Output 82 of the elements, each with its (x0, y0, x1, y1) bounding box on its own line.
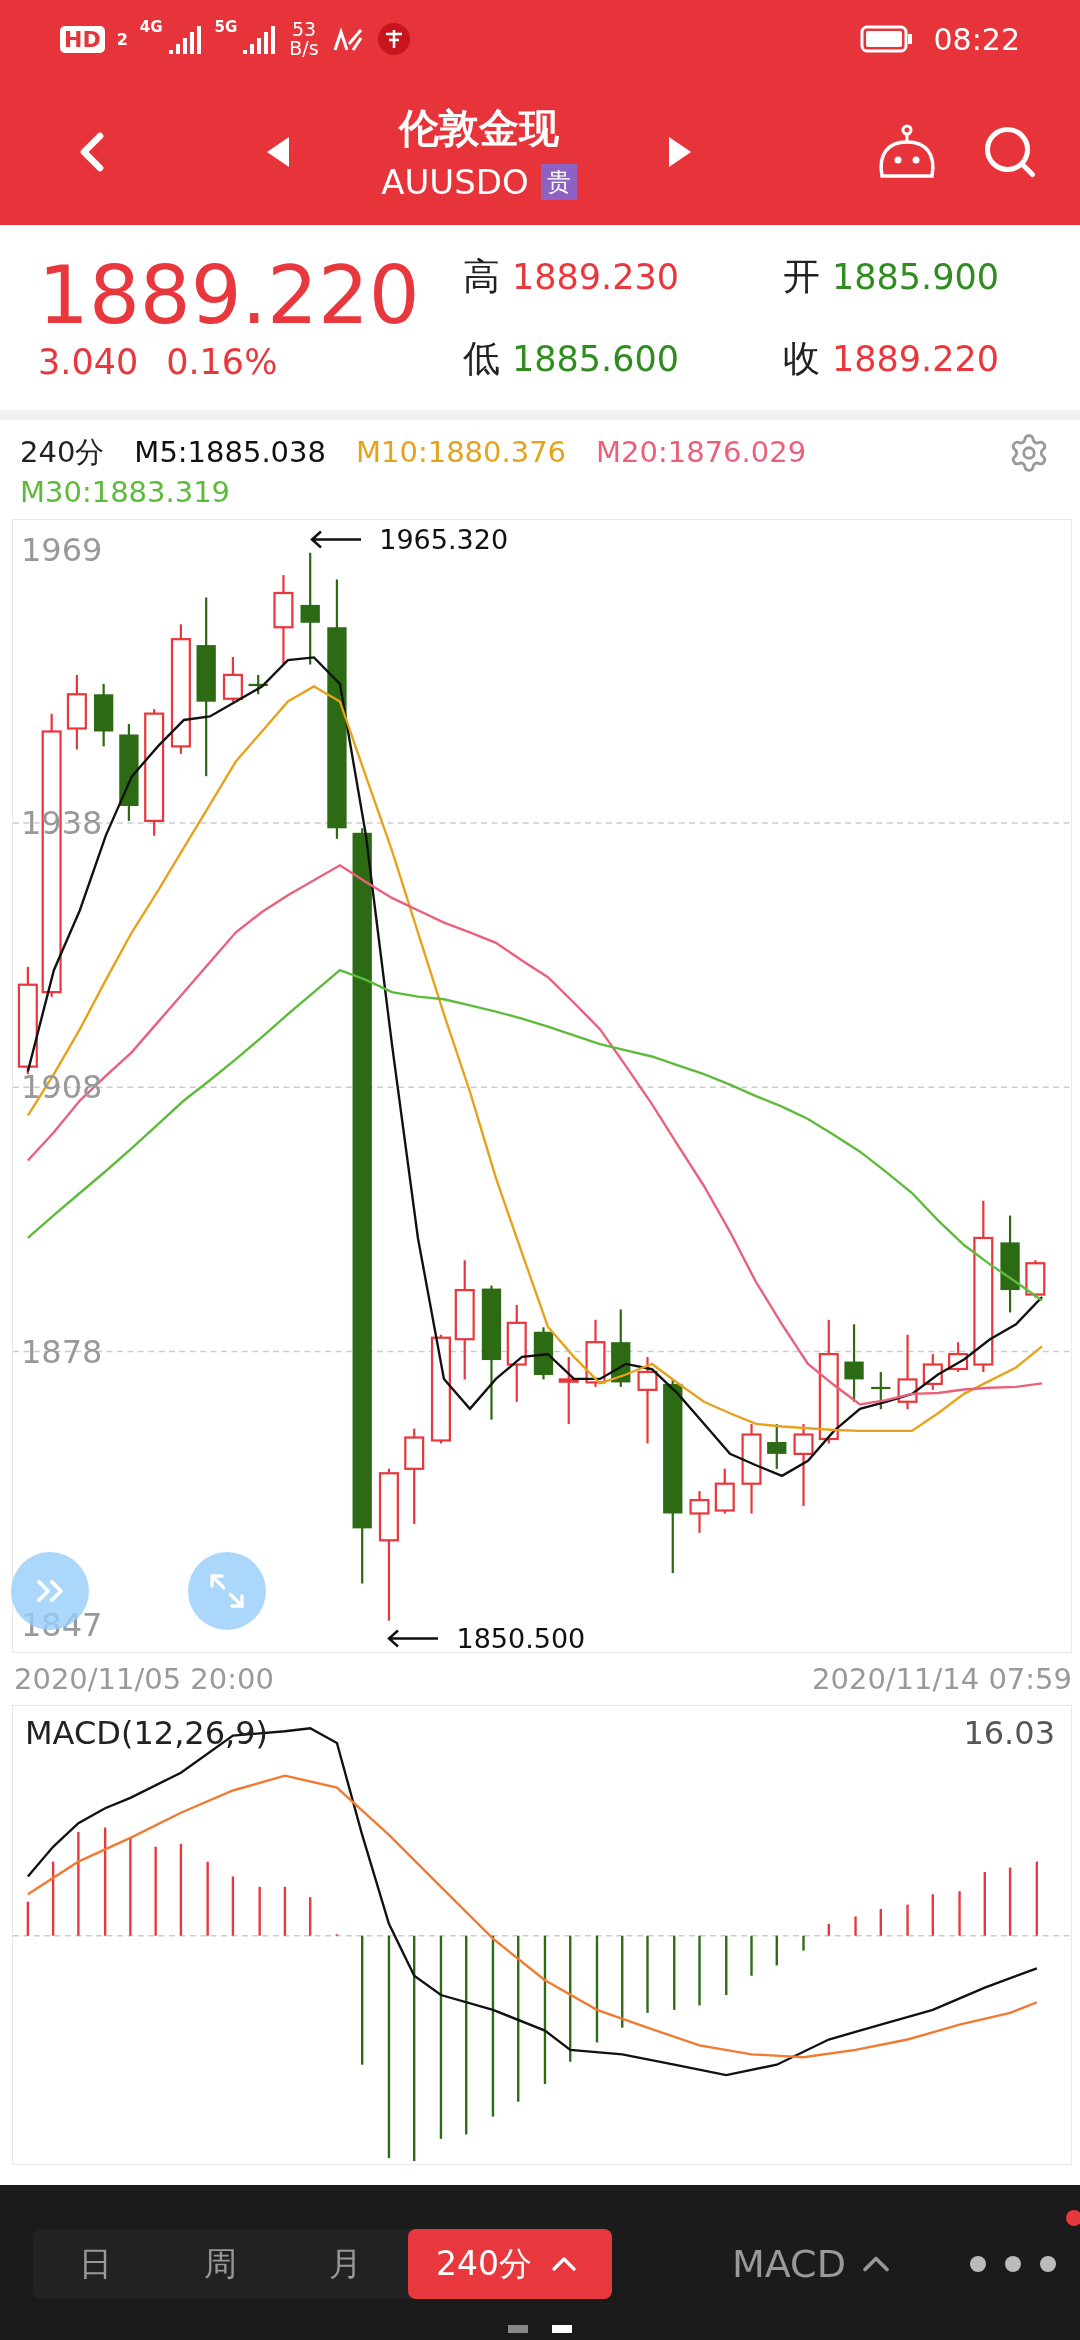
sim-number: 2 (116, 29, 128, 49)
network-type: 5G (214, 18, 238, 36)
indicator-value: 16.03 (963, 1714, 1055, 1752)
moving-average-value: M5:1885.038 (134, 434, 326, 470)
price-axis-label: 1878 (21, 1332, 103, 1371)
end-time: 2020/11/14 07:59 (812, 1662, 1072, 1696)
candlestick (222, 657, 243, 702)
previous-arrow-icon[interactable] (265, 134, 292, 169)
histogram-bar (26, 1901, 30, 1936)
histogram-bar (983, 1872, 986, 1936)
period-label: 240分 (20, 434, 105, 470)
period-tab[interactable]: 240分 (408, 2229, 612, 2299)
price-change: 3.040 (38, 341, 139, 382)
candlestick (948, 1342, 969, 1372)
histogram-bar (309, 1897, 312, 1936)
next-arrow-icon[interactable] (666, 134, 693, 169)
percent-change: 0.16% (166, 341, 278, 382)
moving-average-value: M10:1880.376 (356, 434, 567, 470)
speed-unit: B/s (289, 39, 319, 58)
expand-icon (207, 1571, 247, 1611)
signal-icon (166, 24, 203, 54)
hd-badge: HD (60, 25, 105, 53)
period-tab[interactable]: 周 (158, 2229, 283, 2299)
signal-icon (241, 24, 278, 54)
stat-value: 1889.220 (832, 338, 999, 379)
stat-label: 收 (783, 335, 820, 382)
candlestick (714, 1468, 735, 1514)
period-tab[interactable]: 月 (283, 2229, 408, 2299)
left-arrow-icon (386, 1628, 439, 1649)
stat-value: 1885.600 (512, 338, 679, 379)
histogram-bar (258, 1886, 261, 1936)
histogram-bar (802, 1935, 805, 1951)
candlestick (585, 1319, 606, 1387)
moving-average-value: M20:1876.029 (596, 434, 807, 470)
candlestick (689, 1491, 710, 1533)
page-indicator (552, 2325, 572, 2333)
histogram-bar (958, 1891, 961, 1936)
histogram-bar (725, 1935, 728, 1996)
histogram-bar (931, 1894, 934, 1936)
candlestick (533, 1327, 554, 1380)
stat-label: 低 (463, 335, 500, 382)
histogram-bar (231, 1876, 235, 1936)
price-extreme-marker: 1965.320 (379, 523, 509, 555)
battery-icon (859, 25, 914, 53)
candlestick (94, 683, 114, 747)
stat-label: 高 (463, 253, 500, 300)
price-extreme-marker: 1850.500 (456, 1622, 586, 1654)
instrument-title: 伦敦金现 (399, 104, 559, 153)
histogram-bar (698, 1935, 701, 2006)
candlestick (558, 1357, 579, 1425)
app-icon (376, 22, 411, 56)
histogram-bar (879, 1909, 882, 1936)
histogram-bar (827, 1923, 830, 1936)
clock-time: 08:22 (933, 21, 1020, 57)
more-icon (967, 2254, 1058, 2274)
candlestick (922, 1354, 943, 1390)
histogram-bar (854, 1916, 857, 1936)
candlestick (248, 674, 268, 695)
speed-value: 53 (291, 20, 317, 39)
price-axis-label: 1969 (21, 530, 103, 569)
candlestick (1025, 1260, 1046, 1298)
indicator-selector[interactable]: MACD (732, 2242, 898, 2286)
histogram-bar (750, 1935, 753, 1976)
stat-value: 1885.900 (832, 256, 999, 297)
moving-average-value: M30:1883.319 (20, 474, 231, 510)
period-tab[interactable]: 日 (33, 2229, 158, 2299)
candlestick (871, 1372, 891, 1410)
histogram-bar (906, 1904, 909, 1936)
indicator-title: MACD(12,26,9) (25, 1714, 269, 1752)
category-tag: 贵 (540, 164, 577, 200)
network-type: 4G (139, 18, 163, 36)
current-price: 1889.220 (38, 253, 421, 338)
start-time: 2020/11/05 20:00 (14, 1662, 274, 1696)
candlestick (767, 1424, 787, 1469)
instrument-code: AUUSDO (381, 162, 529, 202)
stat-label: 开 (783, 253, 820, 300)
histogram-bar (775, 1935, 778, 1966)
left-arrow-icon (309, 529, 362, 550)
page-indicator (508, 2325, 528, 2333)
histogram-bar (283, 1886, 287, 1936)
histogram-bar (1008, 1867, 1012, 1936)
stat-value: 1889.230 (512, 256, 679, 297)
